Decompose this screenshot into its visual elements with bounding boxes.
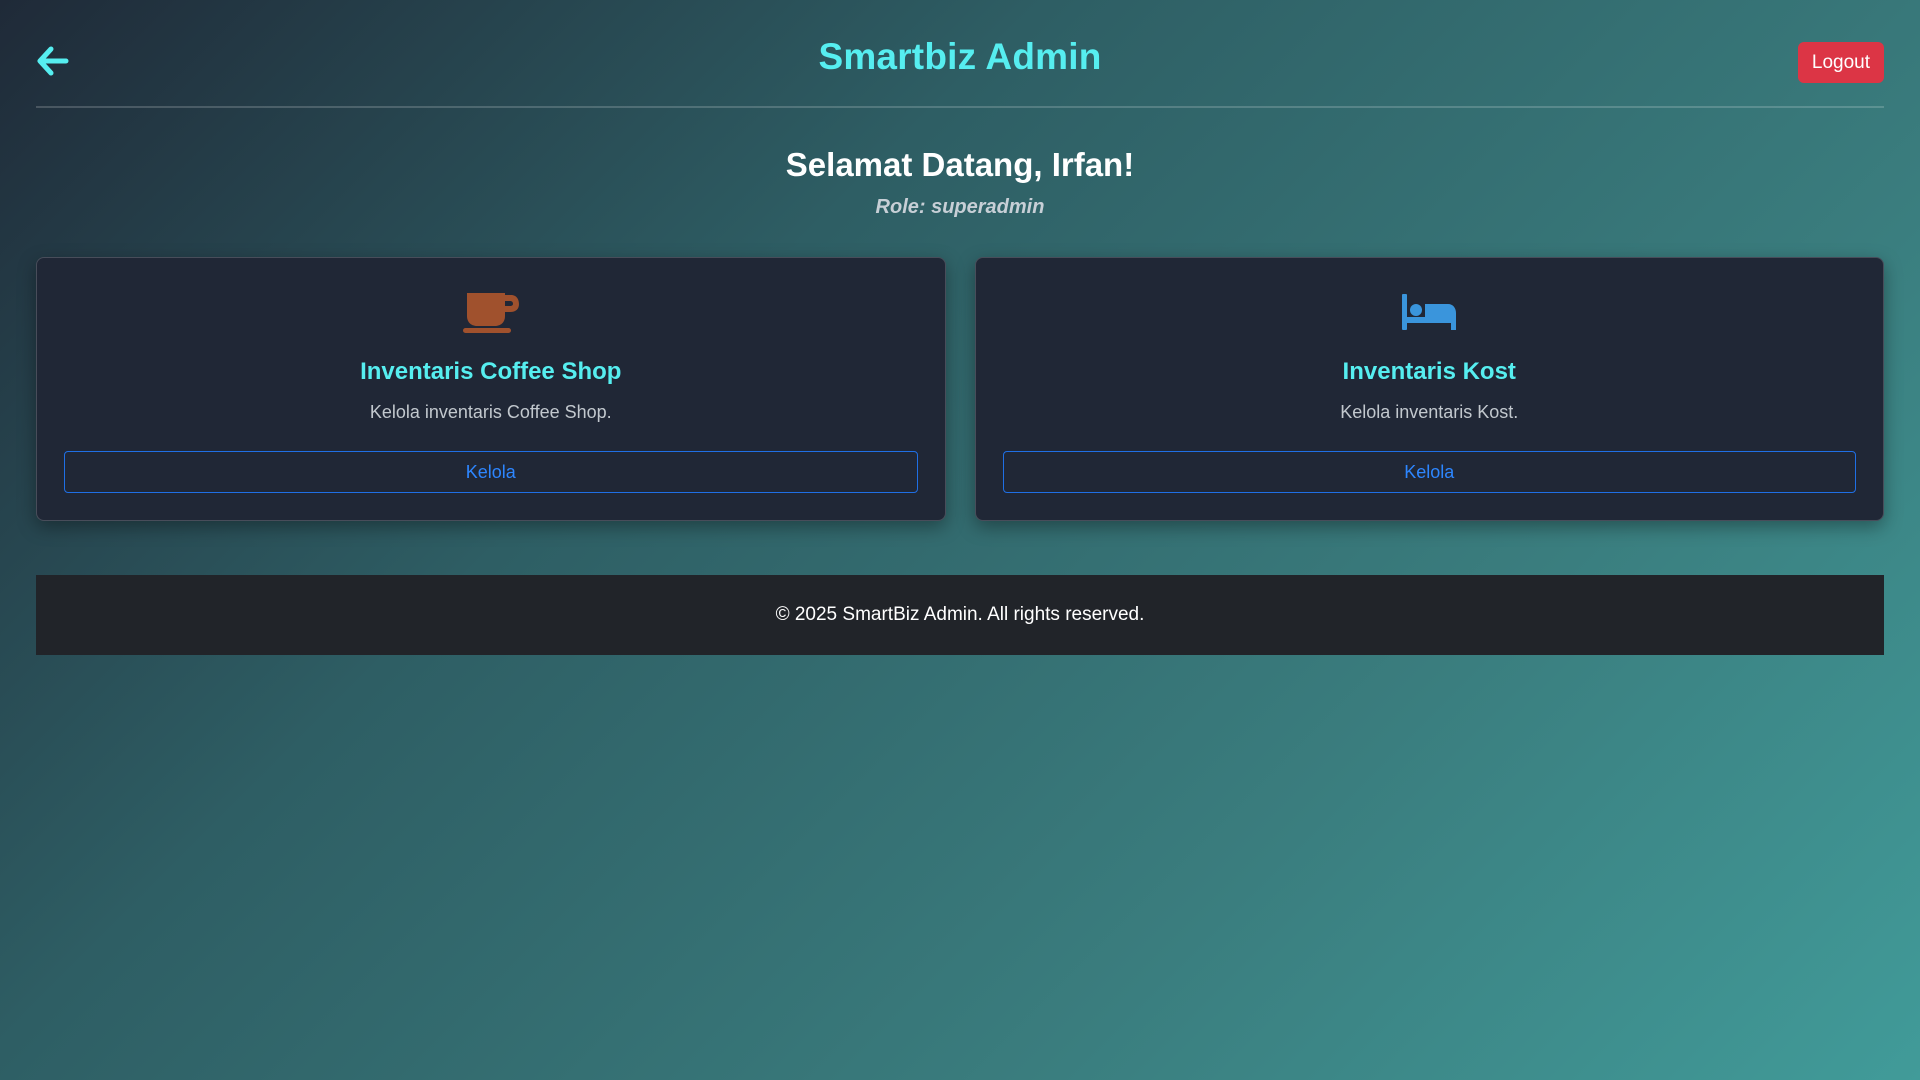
card-title: Inventaris Coffee Shop: [360, 358, 622, 385]
card-coffee-shop: Inventaris Coffee Shop Kelola inventaris…: [36, 257, 946, 521]
card-description: Kelola inventaris Coffee Shop.: [369, 402, 612, 422]
welcome-heading: Selamat Datang, Irfan!: [785, 146, 1135, 183]
kelola-coffee-shop-button[interactable]: Kelola: [64, 451, 918, 493]
app-title: Smartbiz Admin: [818, 36, 1102, 77]
card-title: Inventaris Kost: [1342, 358, 1516, 385]
bed-icon: [1402, 294, 1457, 330]
coffee-cup-icon: [462, 293, 519, 333]
module-cards: Inventaris Coffee Shop Kelola inventaris…: [36, 257, 1884, 521]
top-header: Smartbiz Admin Logout: [36, 0, 1884, 108]
kelola-kost-button[interactable]: Kelola: [1002, 451, 1856, 493]
footer-copyright: © 2025 SmartBiz Admin. All rights reserv…: [775, 604, 1145, 625]
card-kost: Inventaris Kost Kelola inventaris Kost. …: [974, 257, 1884, 521]
page-container: Smartbiz Admin Logout Selamat Datang, Ir…: [36, 0, 1884, 655]
card-description: Kelola inventaris Kost.: [1340, 402, 1519, 422]
page-footer: © 2025 SmartBiz Admin. All rights reserv…: [36, 575, 1884, 655]
role-label: Role: superadmin: [875, 196, 1045, 218]
logout-button[interactable]: Logout: [1797, 42, 1884, 83]
